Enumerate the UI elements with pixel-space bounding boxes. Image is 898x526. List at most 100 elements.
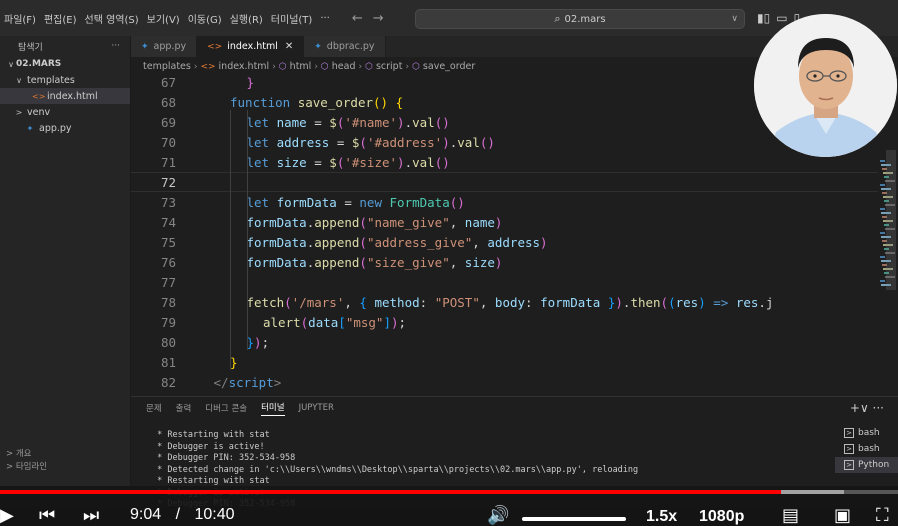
toggle-sidebar-icon[interactable]: ▮▯ <box>757 11 770 25</box>
nav-arrows: ← → <box>352 11 384 26</box>
chevron-down-icon: ∨ <box>8 59 14 69</box>
tab-dbprac-py[interactable]: ✦ dbprac.py <box>304 36 386 57</box>
code-token: => <box>705 294 736 310</box>
breadcrumb-item[interactable]: templates <box>143 61 191 72</box>
code-line[interactable]: 76 formData.append("size_give", size) <box>131 252 878 272</box>
tree-item-venv[interactable]: > venv <box>0 104 130 120</box>
webcam-overlay <box>754 14 897 157</box>
menu-item[interactable]: 실행(R) <box>226 11 267 26</box>
code-token: function <box>230 94 298 110</box>
tree-item-app-py[interactable]: ✦ app.py <box>0 120 130 136</box>
previous-icon[interactable]: ⏮ <box>39 506 55 526</box>
code-token: res <box>675 294 699 310</box>
panel-tab[interactable]: 출력 <box>176 402 192 414</box>
explorer-sidebar: 탐색기 ··· ∨ 02.MARS ∨ templates <> index.html… <box>0 36 131 486</box>
code-text: }); <box>247 335 270 350</box>
more-actions-icon[interactable]: ··· <box>111 41 120 51</box>
breadcrumb-item[interactable]: script <box>376 61 402 72</box>
code-line[interactable]: 75 formData.append("address_give", addres… <box>131 232 878 252</box>
miniplayer-icon[interactable]: ▣ <box>834 506 851 526</box>
menu-item[interactable]: 터미널(T) <box>267 11 317 26</box>
code-token: append <box>314 254 360 270</box>
outline-section[interactable]: > 개요 <box>0 446 131 459</box>
menu-item[interactable]: 파일(F) <box>0 11 40 26</box>
code-token: : <box>419 294 435 310</box>
menu-item[interactable]: 선택 영역(S) <box>81 11 143 26</box>
terminal-icon: > <box>844 460 854 470</box>
tab-index-html[interactable]: <> index.html ✕ <box>197 36 305 57</box>
html-file-icon: <> <box>200 61 216 72</box>
search-icon: ⌕ <box>554 12 561 25</box>
tree-item-templates[interactable]: ∨ templates <box>0 72 130 88</box>
terminal-instance[interactable]: > Python <box>835 457 898 473</box>
chevron-right-icon: › <box>272 61 276 72</box>
code-token: alert <box>263 314 301 330</box>
code-token: '#address' <box>366 134 443 150</box>
code-token: ) <box>254 334 262 350</box>
quality-setting[interactable]: 1080p <box>699 508 744 526</box>
indent-guide <box>230 110 231 370</box>
panel-tab[interactable]: JUPYTER <box>299 403 334 413</box>
panel-tab[interactable]: 터미널 <box>261 401 285 416</box>
panel-tab[interactable]: 문제 <box>146 402 162 414</box>
workspace-root-label: 02.MARS <box>16 59 62 69</box>
code-line[interactable]: 74 formData.append("name_give", name) <box>131 212 878 232</box>
code-line[interactable]: 77 <box>131 272 878 292</box>
breadcrumb-item[interactable]: index.html <box>219 61 270 72</box>
back-arrow-icon[interactable]: ← <box>352 11 363 26</box>
code-line[interactable]: 82 </script> <box>131 372 878 392</box>
breadcrumb-item[interactable]: save_order <box>423 61 475 72</box>
forward-arrow-icon[interactable]: → <box>373 11 384 26</box>
panel-tab[interactable]: 디버그 콘솔 <box>205 402 247 414</box>
menu-item[interactable]: 이동(G) <box>184 11 226 26</box>
duration: 10:40 <box>194 506 235 523</box>
command-center-search[interactable]: ⌕ 02.mars ∨ <box>415 9 745 29</box>
code-line[interactable]: 78 fetch('/mars', { method: "POST", body:… <box>131 292 878 312</box>
code-line[interactable]: 73 let formData = new FormData() <box>131 192 878 212</box>
timeline-section[interactable]: > 타임라인 <box>0 459 131 472</box>
terminal-instance[interactable]: > bash <box>835 441 898 457</box>
subtitles-icon[interactable]: ▤ <box>782 506 799 526</box>
chevron-down-icon[interactable]: ∨ <box>731 14 738 24</box>
code-text: let address = $('#address').val() <box>247 135 495 150</box>
next-icon[interactable]: ⏭ <box>83 506 99 526</box>
playback-speed[interactable]: 1.5x <box>646 508 677 526</box>
code-token: () <box>434 114 450 130</box>
terminal-instance[interactable]: > bash <box>835 425 898 441</box>
code-token: ( <box>359 234 367 250</box>
python-file-icon: ✦ <box>26 123 34 133</box>
line-number: 71 <box>160 154 176 170</box>
symbol-icon: ⬡ <box>278 61 287 72</box>
code-token: .j <box>758 294 774 310</box>
tab-app-py[interactable]: ✦ app.py <box>131 36 198 57</box>
code-line[interactable]: 83</head> <box>131 392 878 394</box>
code-text: formData.append("name_give", name) <box>247 215 503 230</box>
line-number: 68 <box>160 94 176 110</box>
workspace-root[interactable]: ∨ 02.MARS <box>0 56 130 72</box>
volume-icon[interactable]: 🔊 <box>487 506 509 526</box>
breadcrumb-item[interactable]: head <box>332 61 356 72</box>
tree-item-index-html[interactable]: <> index.html <box>0 88 130 104</box>
minimap-line <box>880 280 885 282</box>
fullscreen-icon[interactable]: ⛶ <box>876 506 889 526</box>
code-line[interactable]: 79 alert(data["msg"]); <box>131 312 878 332</box>
breadcrumb-item[interactable]: html <box>290 61 312 72</box>
menu-item[interactable]: ··· <box>316 13 334 24</box>
code-token: ) <box>397 114 405 130</box>
play-icon[interactable]: ▶ <box>0 506 14 526</box>
chevron-right-icon: › <box>405 61 410 72</box>
panel-actions[interactable]: +∨ ··· <box>850 401 884 415</box>
close-icon[interactable]: ✕ <box>285 41 293 52</box>
code-line[interactable]: 72 <box>131 172 878 192</box>
code-line[interactable]: 81} <box>131 352 878 372</box>
menu-item[interactable]: 편집(E) <box>40 11 81 26</box>
volume-slider[interactable] <box>522 517 626 521</box>
code-token: method <box>374 294 420 310</box>
toggle-panel-icon[interactable]: ▭ <box>776 11 787 25</box>
code-line[interactable]: 71 let size = $('#size').val() <box>131 152 878 172</box>
editor-scrollbar[interactable] <box>886 150 896 290</box>
symbol-icon: ⬡ <box>365 61 373 72</box>
menu-item[interactable]: 보기(V) <box>143 11 184 26</box>
code-line[interactable]: 80}); <box>131 332 878 352</box>
code-line[interactable]: 70 let address = $('#address').val() <box>131 132 878 152</box>
